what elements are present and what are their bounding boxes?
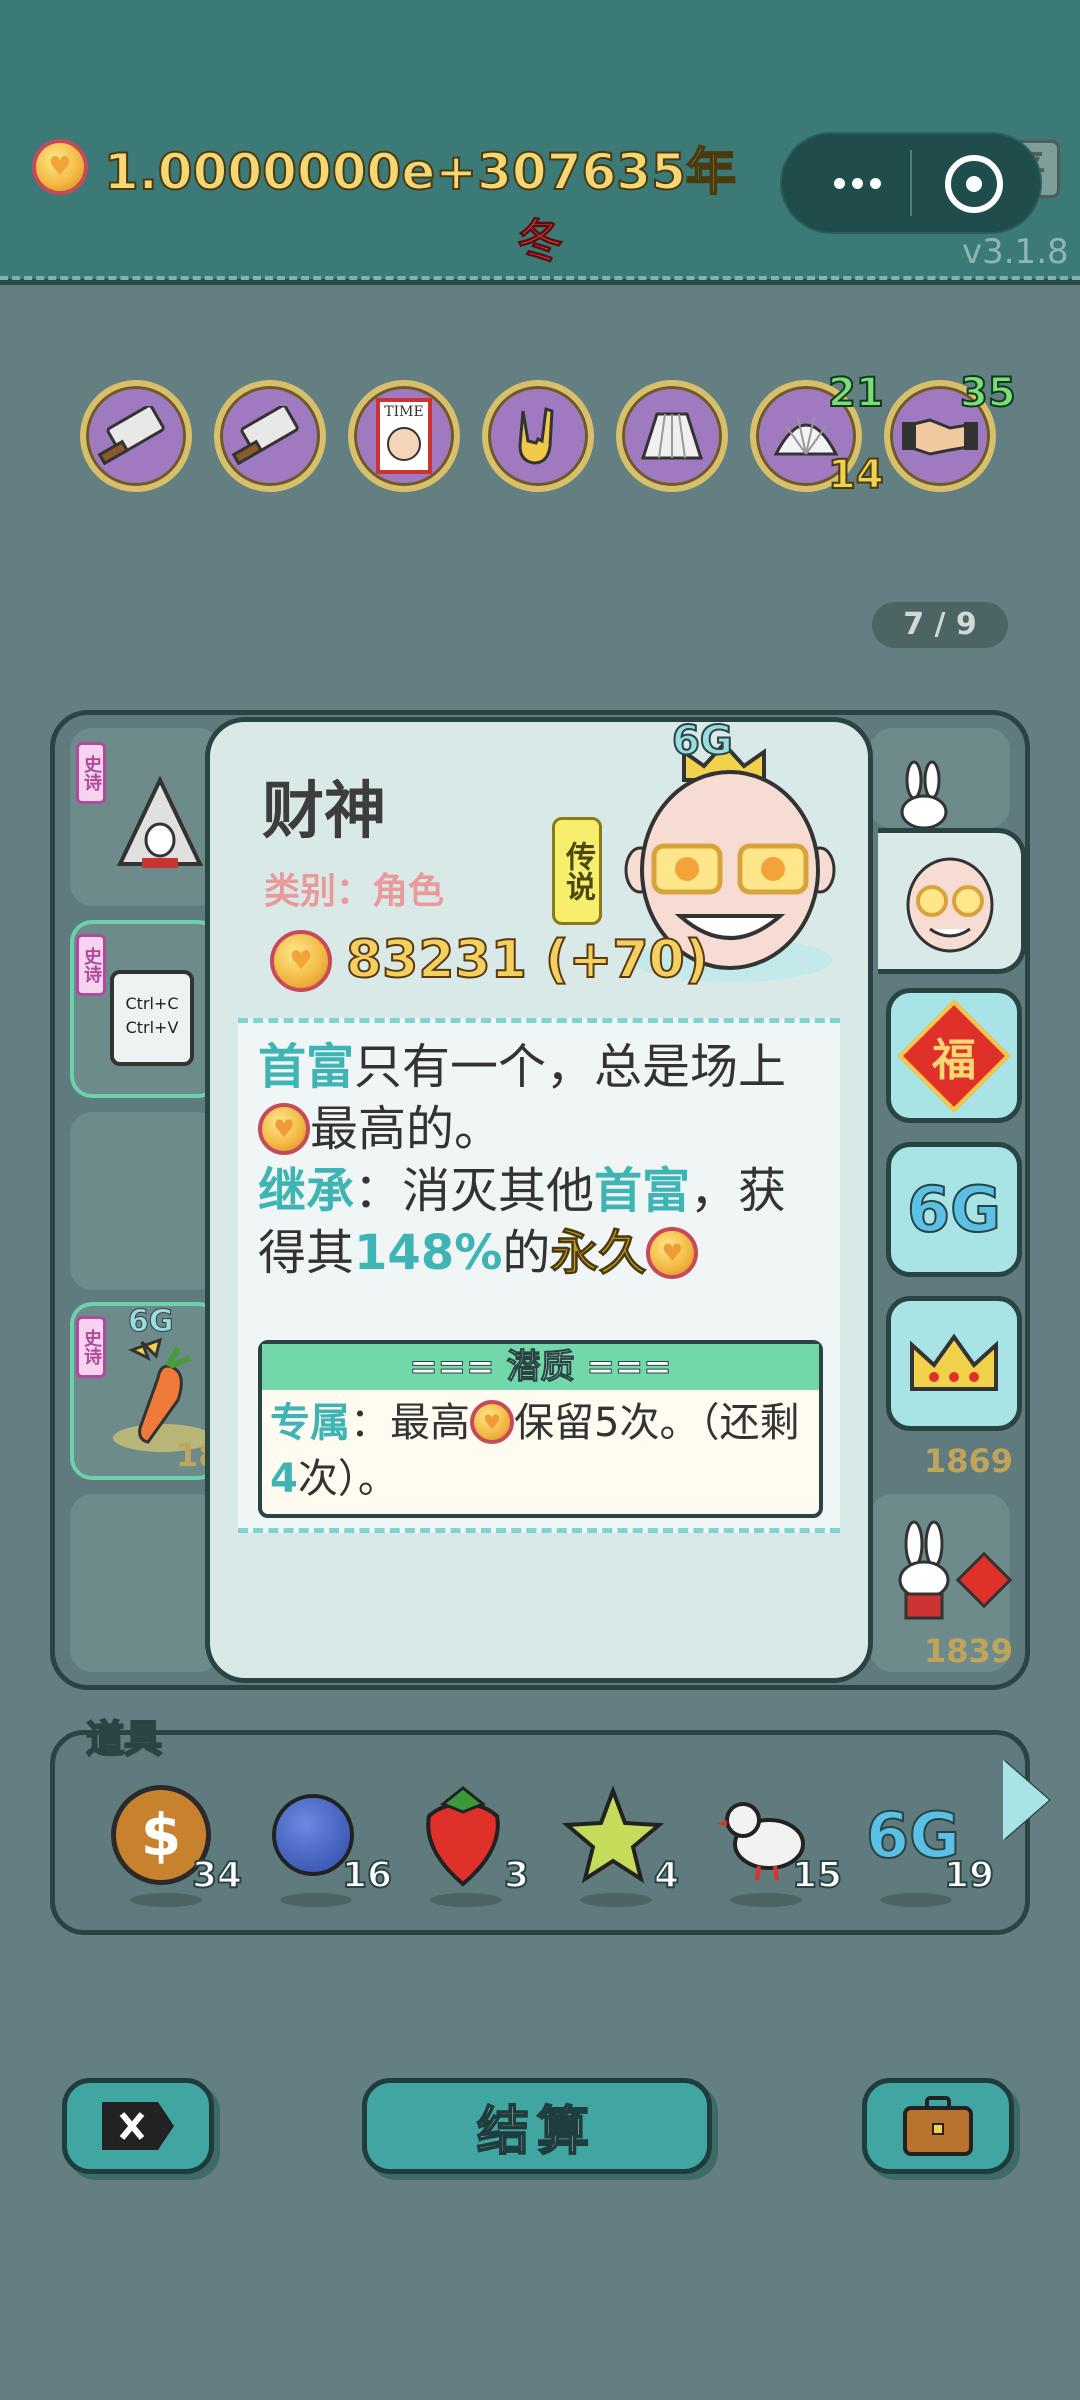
item-count: 15 (791, 1854, 843, 1897)
fortune-diamond-icon: 福 (897, 998, 1011, 1113)
character-name: 财神 (262, 774, 387, 847)
more-dots-icon[interactable] (812, 148, 902, 218)
coin-icon (258, 1103, 310, 1155)
ctrl-cv-card: Ctrl+C Ctrl+V (110, 970, 194, 1066)
item-count: 19 (943, 1854, 995, 1897)
settle-button[interactable]: 结算 (362, 2078, 712, 2174)
crown-button[interactable] (886, 1296, 1022, 1431)
character-category: 类别：角色 (264, 871, 445, 912)
time-magazine-icon[interactable]: TIME (348, 380, 460, 492)
skirt-icon[interactable] (616, 380, 728, 492)
money-coin-icon: ♥ (32, 139, 88, 195)
rabbit-icon (886, 1520, 966, 1630)
epic-tag: 史诗 (76, 1316, 106, 1378)
coin-icon (470, 1400, 514, 1444)
fortune-button[interactable]: 福 (886, 988, 1022, 1123)
bag-button[interactable] (862, 2078, 1014, 2174)
target-icon[interactable] (945, 155, 1003, 213)
rabbit-tent-icon (112, 760, 208, 878)
epic-tag: 史诗 (76, 934, 106, 996)
item-shadow (430, 1893, 502, 1907)
version-label: v3.1.8 (962, 232, 1069, 272)
cleaver-icon[interactable] (80, 380, 192, 492)
item-count: 16 (341, 1854, 393, 1897)
crown-icon (910, 1333, 998, 1391)
top-bar-divider (0, 276, 1080, 282)
cell-value: 1869 (924, 1442, 1014, 1480)
time-label: TIME (384, 404, 423, 420)
coin-icon (646, 1227, 699, 1279)
6g-badge: 6G (671, 717, 734, 765)
6g-button[interactable]: 6G (886, 1142, 1022, 1277)
relic-counter: 35 (959, 369, 1017, 417)
board-cell[interactable] (70, 1112, 220, 1290)
settle-label: 结算 (476, 2101, 597, 2163)
item-count: 34 (191, 1854, 243, 1897)
relic-counter: 14 (827, 451, 885, 499)
strawberry-icon[interactable] (408, 1770, 518, 1900)
ctrl-c-label: Ctrl+C (125, 994, 179, 1013)
ctrl-v-label: Ctrl+V (125, 1018, 179, 1037)
character-price: 83231 (+70) (345, 929, 709, 991)
6g-icon: 6G (906, 1172, 1002, 1247)
item-shadow (880, 1893, 952, 1907)
item-bar-label: 道具 (85, 1716, 163, 1762)
caishen-face-icon (906, 857, 994, 953)
briefcase-icon (903, 2096, 973, 2156)
close-button[interactable] (62, 2078, 214, 2174)
rabbit-icon (890, 760, 960, 830)
close-x-icon (102, 2102, 174, 2150)
board-cell[interactable] (70, 1494, 220, 1672)
epic-tag: 史诗 (76, 742, 106, 804)
rarity-badge: 传说 (552, 817, 602, 925)
page-indicator: 7 / 9 (872, 602, 1008, 648)
star-icon[interactable] (558, 1770, 668, 1900)
rock-hand-icon[interactable] (482, 380, 594, 492)
scroll-right-arrow-icon[interactable] (1003, 1760, 1049, 1840)
trait-header: === 潜质 === (262, 1344, 819, 1390)
item-count: 4 (653, 1854, 680, 1897)
selected-tab[interactable] (878, 828, 1026, 974)
item-count: 3 (503, 1854, 530, 1897)
description-text: 首富只有一个，总是场上最高的。继承：消灭其他首富，获得其148%的永久 (258, 1036, 828, 1284)
price-coin-icon: ♥ (270, 930, 332, 992)
money-counter: 1.0000000e+307635年 (103, 142, 737, 202)
cell-value: 1839 (924, 1632, 1014, 1670)
item-shadow (580, 1893, 652, 1907)
cleaver-icon[interactable] (214, 380, 326, 492)
trait-text: 专属：最高保留5次。（还剩4次）。 (270, 1395, 815, 1507)
capsule-divider (910, 150, 912, 216)
relic-counter: 21 (827, 369, 885, 417)
